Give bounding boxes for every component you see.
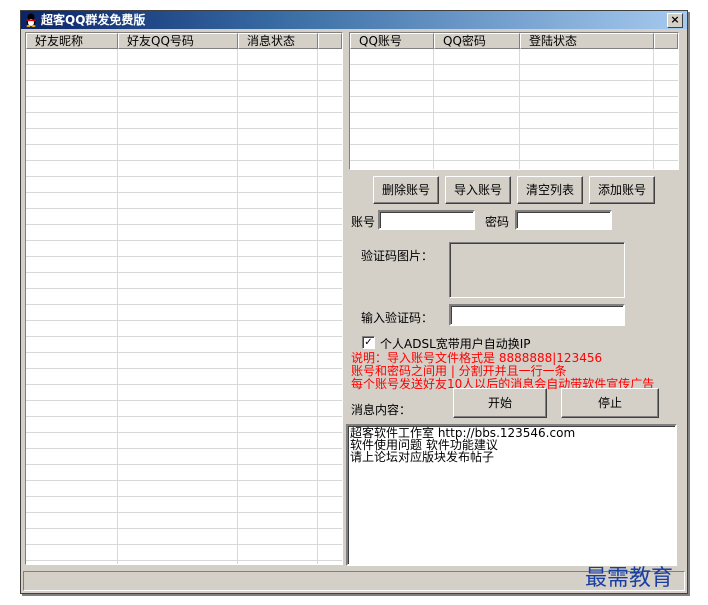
add-account-button[interactable]: 添加账号 <box>589 176 655 204</box>
column-header-nickname[interactable]: 好友昵称 <box>26 33 118 49</box>
message-content-textarea[interactable]: 超客软件工作室 http://bbs.123546.com 软件使用问题 软件功… <box>346 424 677 566</box>
account-label: 账号 <box>351 215 376 229</box>
adsl-auto-ip-checkbox[interactable]: ✓ <box>362 336 375 349</box>
friends-list-table[interactable]: 好友昵称 好友QQ号码 消息状态 <box>25 32 343 565</box>
message-line-3: 请上论坛对应版块发布帖子 <box>350 450 495 464</box>
app-penguin-icon <box>25 13 37 27</box>
friends-table-rows[interactable] <box>26 49 342 564</box>
column-header-qq-account[interactable]: QQ账号 <box>350 33 434 49</box>
column-header-message-status[interactable]: 消息状态 <box>238 33 318 49</box>
password-input[interactable] <box>515 210 612 230</box>
captcha-input[interactable] <box>449 304 625 326</box>
start-button[interactable]: 开始 <box>453 388 547 418</box>
window-title: 超客QQ群发免费版 <box>41 13 146 27</box>
column-header-login-status[interactable]: 登陆状态 <box>520 33 654 49</box>
accounts-table-header: QQ账号 QQ密码 登陆状态 <box>350 33 678 49</box>
delete-account-button[interactable]: 删除账号 <box>373 176 439 204</box>
password-label: 密码 <box>485 215 510 229</box>
note-line-1: 说明：导入账号文件格式是 8888888|123456 <box>351 351 603 365</box>
close-button[interactable]: × <box>667 13 683 28</box>
account-input[interactable] <box>378 210 475 230</box>
friends-table-header: 好友昵称 好友QQ号码 消息状态 <box>26 33 342 49</box>
column-header-qq-number[interactable]: 好友QQ号码 <box>118 33 238 49</box>
message-content-label: 消息内容： <box>351 403 412 417</box>
captcha-image-label: 验证码图片： <box>361 249 434 263</box>
adsl-auto-ip-label: 个人ADSL宽带用户自动换IP <box>380 337 531 351</box>
column-header-filler <box>654 33 678 49</box>
note-line-2: 账号和密码之间用 | 分割开并且一行一条 <box>351 364 567 378</box>
title-bar[interactable]: 超客QQ群发免费版 × <box>21 11 687 29</box>
main-window: 超客QQ群发免费版 × 好友昵称 好友QQ号码 消息状态 QQ账号 QQ密码 登… <box>20 10 688 594</box>
watermark-text: 最需教育 <box>585 566 674 591</box>
captcha-image <box>449 242 625 298</box>
accounts-list-table[interactable]: QQ账号 QQ密码 登陆状态 <box>349 32 679 170</box>
clear-list-button[interactable]: 清空列表 <box>517 176 583 204</box>
column-header-qq-password[interactable]: QQ密码 <box>434 33 520 49</box>
import-account-button[interactable]: 导入账号 <box>445 176 511 204</box>
column-header-filler <box>318 33 342 49</box>
stop-button[interactable]: 停止 <box>561 388 659 418</box>
captcha-input-label: 输入验证码： <box>361 311 434 325</box>
accounts-table-rows[interactable] <box>350 49 678 169</box>
